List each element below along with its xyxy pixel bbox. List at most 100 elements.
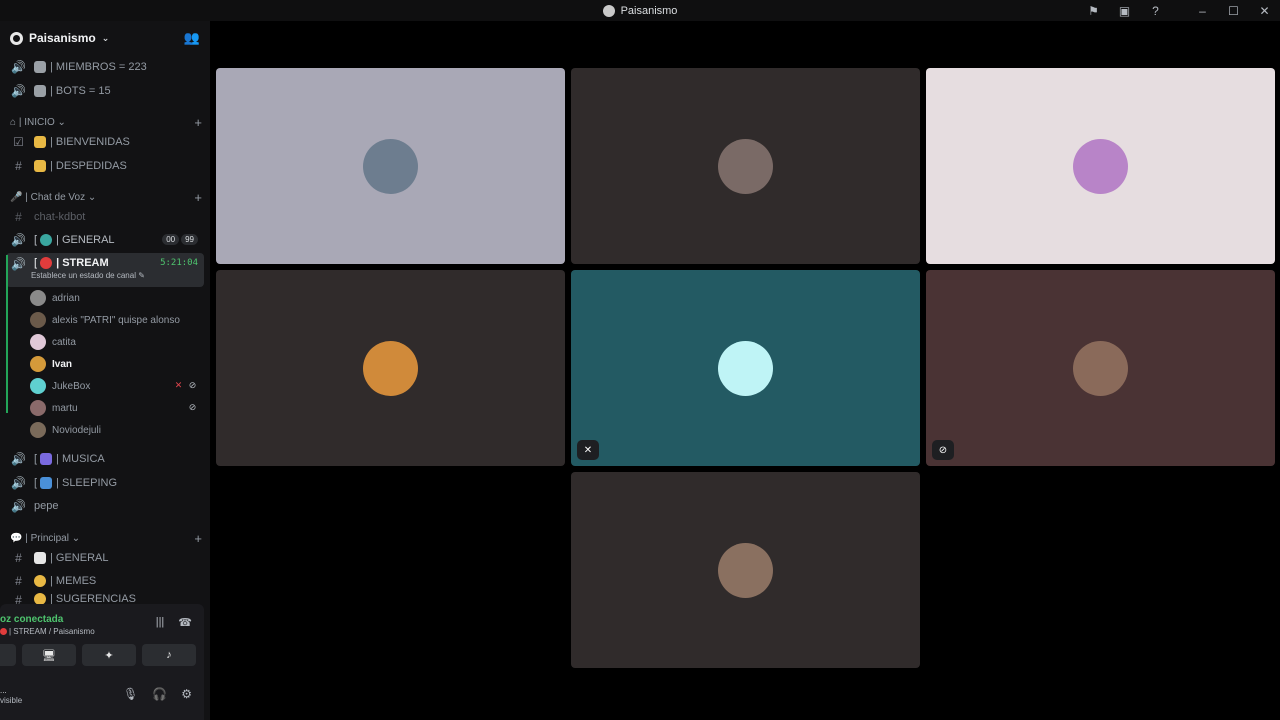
- server-gear-icon: [10, 31, 23, 45]
- channel-general-text[interactable]: # | GENERAL: [6, 547, 204, 569]
- channel-label: pepe: [34, 500, 59, 512]
- headphones-icon[interactable]: 🎧: [152, 687, 167, 701]
- channel-label: | MIEMBROS = 223: [50, 61, 147, 73]
- muted-mic-icon: ⊘: [932, 440, 954, 460]
- noise-suppression-icon[interactable]: |||: [156, 616, 165, 629]
- avatar: [30, 312, 46, 328]
- server-header[interactable]: Paisanismo ⌄ 👥: [0, 21, 210, 55]
- avatar: [363, 341, 418, 396]
- flag-icon[interactable]: ⚑: [1078, 0, 1109, 21]
- participant-tile[interactable]: [216, 270, 565, 466]
- channel-label: | BIENVENIDAS: [50, 136, 130, 148]
- voice-active-icon: 🔊: [11, 257, 26, 271]
- activities-icon[interactable]: ✦: [82, 644, 136, 666]
- voice-member[interactable]: Noviodejuli: [30, 419, 204, 441]
- channel-bots[interactable]: 🔊 | BOTS = 15: [6, 80, 204, 102]
- hand-emoji-icon: [34, 160, 46, 172]
- cat-emoji-icon: [34, 575, 46, 587]
- member-name: JukeBox: [52, 380, 91, 392]
- add-channel-icon[interactable]: +: [194, 115, 202, 130]
- music-note-emoji-icon: [40, 453, 53, 465]
- microphone-icon[interactable]: 🎙: [123, 687, 138, 701]
- channel-label: | MEMES: [50, 575, 97, 587]
- member-name: adrian: [52, 292, 80, 304]
- settings-gear-icon[interactable]: ⚙: [181, 687, 192, 701]
- voice-connected-indicator: [6, 255, 8, 413]
- channel-despedidas[interactable]: # | DESPEDIDAS: [6, 155, 204, 177]
- chevron-down-icon: ⌄: [101, 32, 110, 43]
- globe-emoji-icon: [40, 234, 53, 246]
- help-icon[interactable]: ?: [1140, 0, 1171, 21]
- maximize-button[interactable]: ☐: [1218, 0, 1249, 21]
- channel-label: chat-kdbot: [34, 211, 86, 223]
- server-muted-icon: ✕: [577, 440, 599, 460]
- shield-icon: [34, 85, 46, 97]
- window-title-text: Paisanismo: [620, 4, 678, 17]
- participant-tile[interactable]: [926, 68, 1275, 264]
- participant-tile[interactable]: [216, 68, 565, 264]
- category-label: | Principal: [25, 532, 69, 544]
- channel-bienvenidas[interactable]: ☑ | BIENVENIDAS: [6, 131, 204, 153]
- speech-bubble-icon: 💬: [10, 532, 23, 544]
- category-principal[interactable]: 💬 | Principal ⌄ +: [10, 530, 202, 546]
- participant-tile[interactable]: ✕: [571, 270, 920, 466]
- category-chat-de-voz[interactable]: 🎤 | Chat de Voz ⌄ +: [10, 189, 202, 205]
- channel-musica[interactable]: 🔊 [ | MUSICA: [6, 448, 204, 470]
- avatar: [30, 356, 46, 372]
- red-circle-emoji-icon: [0, 628, 7, 635]
- voice-connected-status: oz conectada: [0, 614, 64, 625]
- speaker-icon: 🔊: [11, 476, 26, 490]
- voice-member[interactable]: adrian: [30, 287, 204, 309]
- close-button[interactable]: ✕: [1249, 0, 1280, 21]
- category-inicio[interactable]: ⌂ | INICIO ⌄ +: [10, 114, 202, 130]
- user-count-badge: 00: [162, 234, 180, 245]
- add-channel-icon[interactable]: +: [194, 531, 202, 546]
- channel-label: | MUSICA: [56, 453, 105, 465]
- channel-memes[interactable]: # | MEMES: [6, 570, 204, 592]
- user-panel: oz conectada | STREAM / Paisanismo ||| ☎…: [0, 604, 204, 720]
- hash-icon: #: [15, 574, 22, 588]
- speaker-icon: 🔊: [11, 452, 26, 466]
- speaker-icon: 🔊: [11, 499, 26, 513]
- avatar: [718, 139, 773, 194]
- participant-tile[interactable]: ⊘: [926, 270, 1275, 466]
- inbox-icon[interactable]: ▣: [1109, 0, 1140, 21]
- avatar: [363, 139, 418, 194]
- speech-emoji-icon: [34, 552, 46, 564]
- voice-location[interactable]: | STREAM / Paisanismo: [0, 627, 95, 636]
- window-title: Paisanismo: [602, 4, 678, 17]
- disconnect-icon[interactable]: ☎: [178, 616, 192, 629]
- voice-member[interactable]: alexis "PATRI" quispe alonso: [30, 309, 204, 331]
- screen-share-icon[interactable]: 🖥: [22, 644, 76, 666]
- participant-tile[interactable]: [571, 472, 920, 668]
- red-circle-emoji-icon: [40, 257, 53, 269]
- channel-status[interactable]: Establece un estado de canal ✎: [31, 271, 145, 280]
- voice-member[interactable]: Ivan: [30, 353, 204, 375]
- voice-member[interactable]: JukeBox ✕ ⊘: [30, 375, 204, 397]
- member-name: Ivan: [52, 358, 73, 370]
- soundboard-icon[interactable]: ♪: [142, 644, 196, 666]
- channel-label: | DESPEDIDAS: [50, 160, 127, 172]
- channel-miembros[interactable]: 🔊 | MIEMBROS = 223: [6, 56, 204, 78]
- channel-stream[interactable]: 🔊 [ | STREAM 5:21:04 Establece un estado…: [6, 253, 204, 287]
- avatar: [30, 422, 46, 438]
- voice-member[interactable]: catita: [30, 331, 204, 353]
- voice-member[interactable]: martu ⊘: [30, 397, 204, 419]
- add-channel-icon[interactable]: +: [194, 190, 202, 205]
- channel-pepe[interactable]: 🔊 pepe: [6, 495, 204, 517]
- avatar: [718, 543, 773, 598]
- minimize-button[interactable]: –: [1187, 0, 1218, 21]
- add-member-icon[interactable]: 👥: [184, 30, 200, 46]
- emoji-icon: [34, 593, 46, 604]
- camera-button[interactable]: [0, 644, 16, 666]
- user-limit-badge: 99: [181, 234, 198, 245]
- hash-icon: #: [15, 210, 22, 224]
- channel-chat-kdbot[interactable]: # chat-kdbot: [6, 206, 204, 228]
- checklist-icon: ☑: [13, 135, 24, 149]
- participant-tile[interactable]: [571, 68, 920, 264]
- speaker-locked-icon: 🔊: [11, 60, 26, 74]
- channel-sugerencias[interactable]: # | SUGERENCIAS: [6, 593, 204, 604]
- channel-sleeping[interactable]: 🔊 [ | SLEEPING: [6, 472, 204, 494]
- channel-general-voice[interactable]: 🔊 [ | GENERAL 00 99: [6, 229, 204, 251]
- hash-icon: #: [15, 551, 22, 565]
